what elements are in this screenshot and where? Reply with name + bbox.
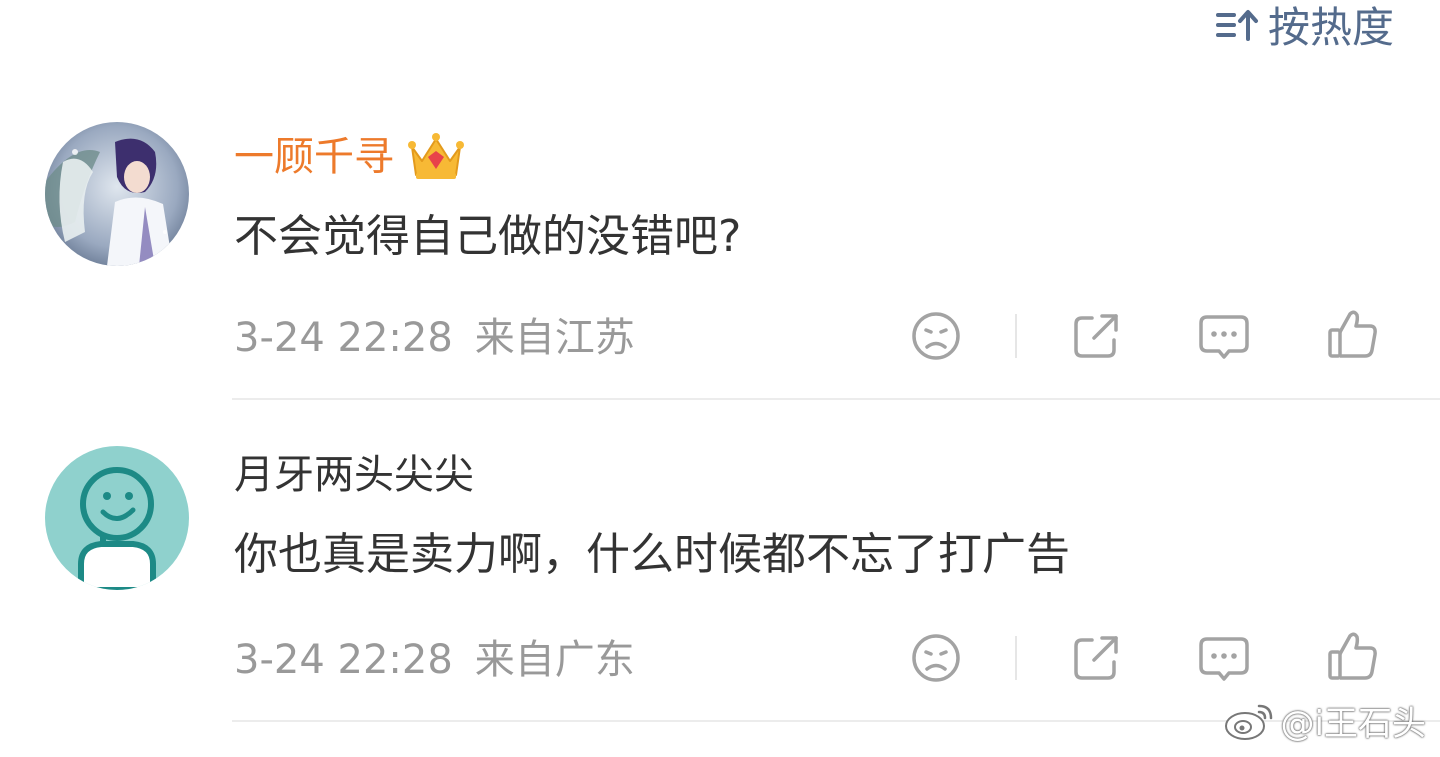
dislike-button[interactable] <box>906 306 966 366</box>
comment-text: 不会觉得自己做的没错吧? <box>234 211 742 262</box>
action-separator <box>1015 636 1017 680</box>
comment-time: 3-24 22:28 <box>234 637 453 683</box>
comment-meta: 3-24 22:28 来自广东 <box>234 640 635 680</box>
sort-by-heat-button[interactable]: 按热度 <box>1215 0 1394 55</box>
comment-location: 来自江苏 <box>474 315 635 361</box>
sort-label: 按热度 <box>1267 3 1394 52</box>
dislike-button[interactable] <box>906 628 966 688</box>
comment-time: 3-24 22:28 <box>234 315 453 361</box>
share-icon <box>1074 636 1118 680</box>
share-icon <box>1074 314 1118 358</box>
share-button[interactable] <box>1066 306 1126 366</box>
watermark-text: @i王石头 <box>1280 704 1426 744</box>
like-button[interactable] <box>1322 304 1382 364</box>
like-icon <box>1328 310 1377 358</box>
comment-divider <box>232 398 1440 400</box>
username-text: 一顾千寻 <box>234 134 394 180</box>
like-button[interactable] <box>1322 626 1382 686</box>
comment-icon <box>1199 315 1249 359</box>
action-separator <box>1015 314 1017 358</box>
username-text: 月牙两头尖尖 <box>234 452 474 498</box>
dislike-icon <box>912 634 960 682</box>
avatar[interactable] <box>45 122 189 266</box>
comment-meta: 3-24 22:28 来自江苏 <box>234 318 635 358</box>
watermark: @i王石头 <box>1223 696 1426 745</box>
comment-text: 你也真是卖力啊，什么时候都不忘了打广告 <box>234 529 1070 580</box>
like-icon <box>1328 632 1377 680</box>
reply-button[interactable] <box>1194 306 1254 366</box>
sort-icon <box>1215 9 1258 41</box>
vip-crown-icon <box>408 133 464 179</box>
comment-icon <box>1199 637 1249 681</box>
comment-location: 来自广东 <box>474 637 635 683</box>
share-button[interactable] <box>1066 628 1126 688</box>
username[interactable]: 一顾千寻 <box>234 131 464 183</box>
dislike-icon <box>912 312 960 360</box>
reply-button[interactable] <box>1194 628 1254 688</box>
username[interactable]: 月牙两头尖尖 <box>234 455 474 495</box>
avatar[interactable] <box>45 446 189 590</box>
weibo-logo-icon <box>1224 704 1272 740</box>
